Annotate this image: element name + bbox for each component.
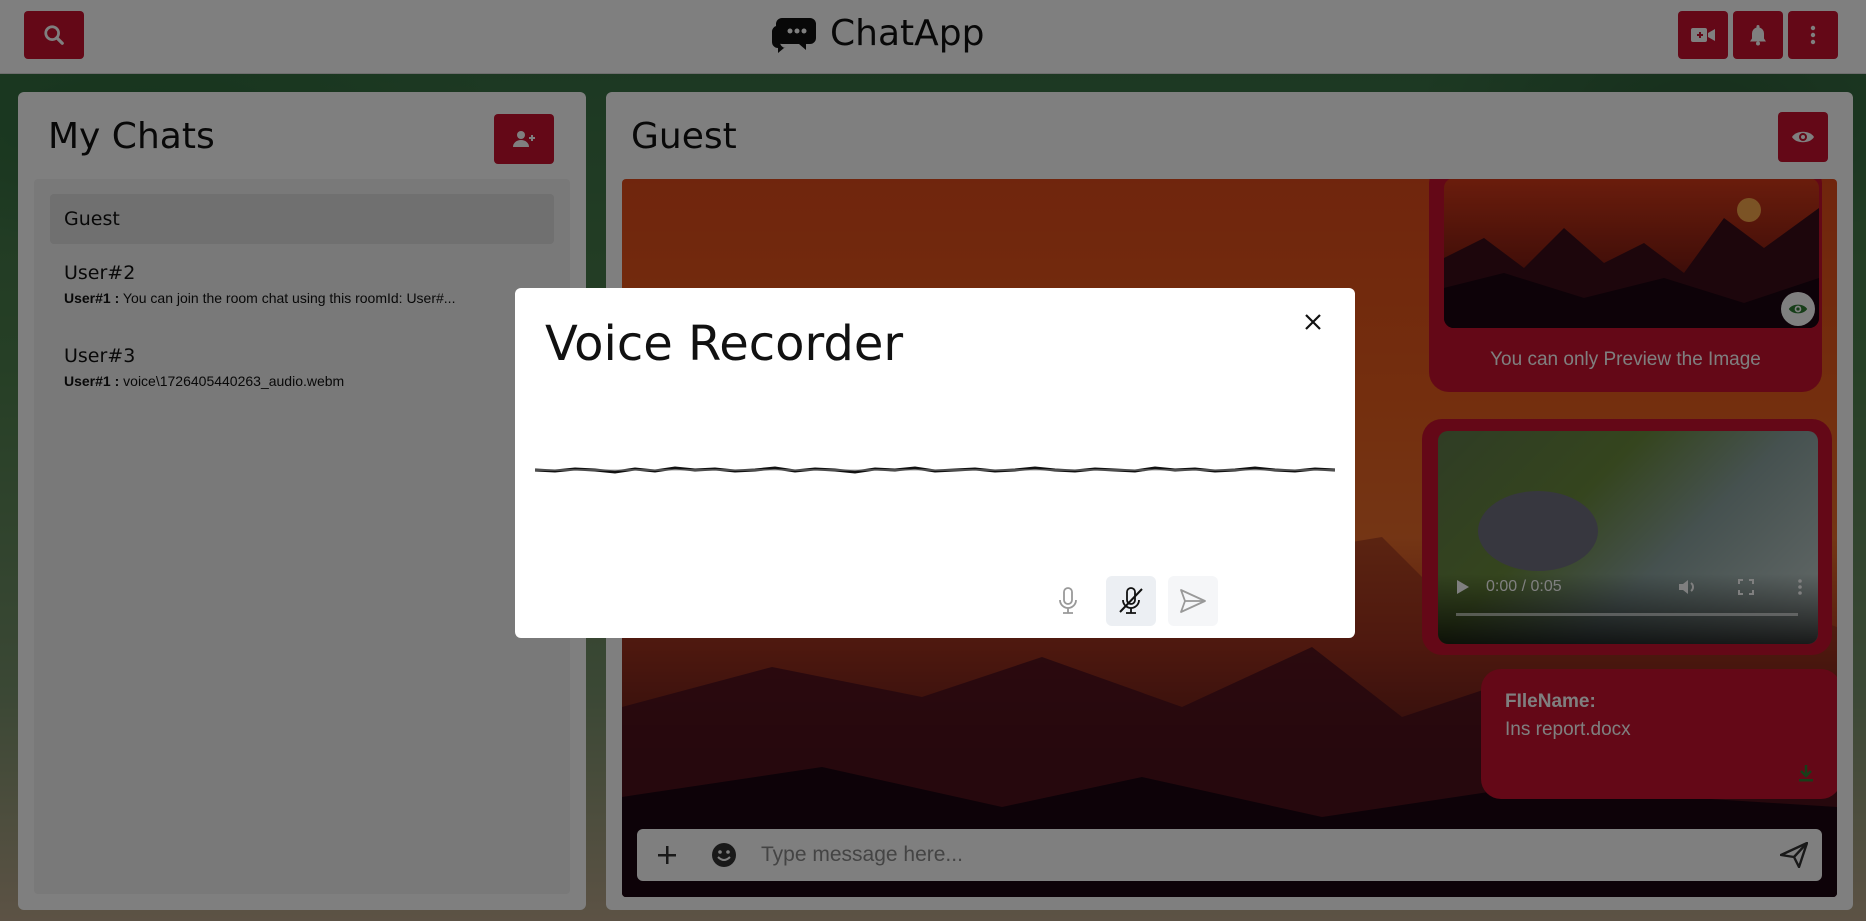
- audio-waveform: [535, 466, 1335, 474]
- voice-recorder-modal: Voice Recorder: [515, 288, 1355, 638]
- close-button[interactable]: [1301, 310, 1325, 334]
- send-icon: [1180, 589, 1206, 613]
- start-recording-button[interactable]: [1043, 576, 1093, 626]
- close-icon: [1305, 314, 1321, 330]
- modal-title: Voice Recorder: [545, 316, 904, 372]
- send-recording-button[interactable]: [1168, 576, 1218, 626]
- stop-recording-button[interactable]: [1106, 576, 1156, 626]
- microphone-icon: [1059, 587, 1077, 614]
- microphone-off-icon: [1119, 587, 1143, 614]
